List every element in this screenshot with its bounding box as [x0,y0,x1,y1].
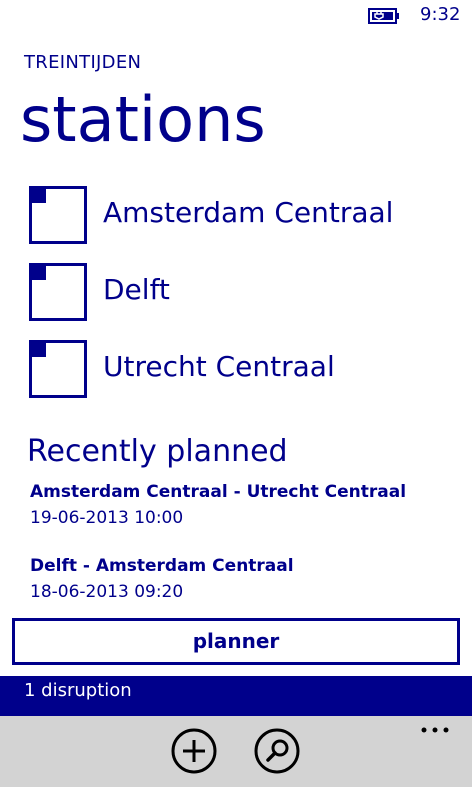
recent-date: 18-06-2013 09:20 [30,582,184,602]
add-icon[interactable] [171,728,217,774]
station-label[interactable]: Delft [103,273,170,306]
battery-charging-icon [368,8,399,24]
recent-item[interactable]: Amsterdam Centraal - Utrecht Centraal 19… [30,482,460,528]
tile-corner-marker [32,343,46,357]
station-tile[interactable] [29,340,87,398]
station-label[interactable]: Amsterdam Centraal [103,196,393,229]
tile-corner-marker [32,189,46,203]
station-item[interactable]: Delft [0,263,472,327]
app-bar [0,716,472,787]
clock: 9:32 [420,4,461,25]
recent-date: 19-06-2013 10:00 [30,508,184,528]
more-icon[interactable] [420,720,450,740]
recent-route[interactable]: Amsterdam Centraal - Utrecht Centraal [30,482,460,502]
station-item[interactable]: Amsterdam Centraal [0,186,472,250]
recent-route[interactable]: Delft - Amsterdam Centraal [30,556,460,576]
disruption-bar[interactable]: 1 disruption [0,676,472,716]
recent-heading: Recently planned [27,434,288,469]
station-tile[interactable] [29,186,87,244]
station-item[interactable]: Utrecht Centraal [0,340,472,404]
recent-item[interactable]: Delft - Amsterdam Centraal 18-06-2013 09… [30,556,460,602]
station-label[interactable]: Utrecht Centraal [103,350,335,383]
app-title: TREINTIJDEN [24,52,142,73]
planner-button[interactable]: planner [12,618,460,665]
search-icon[interactable] [254,728,300,774]
status-bar: 9:32 [0,0,472,32]
page-title: stations [20,83,266,156]
tile-corner-marker [32,266,46,280]
station-tile[interactable] [29,263,87,321]
